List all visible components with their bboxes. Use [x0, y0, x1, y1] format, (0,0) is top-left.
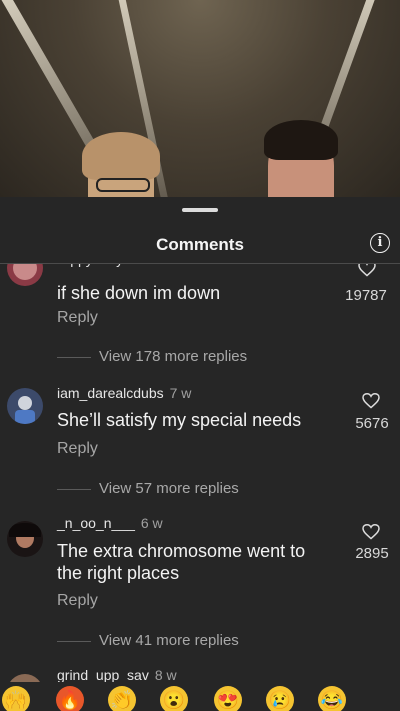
comment-text: if she down im down	[57, 283, 221, 303]
fire-icon[interactable]: 🔥	[56, 686, 84, 711]
video-background	[0, 0, 400, 197]
comment-username[interactable]: iam_darealcdubs 7 w	[57, 385, 191, 401]
divider-line	[57, 640, 91, 642]
like-count: 2895	[355, 545, 389, 562]
heart-icon[interactable]	[358, 264, 376, 277]
view-more-replies[interactable]: View 57 more replies	[57, 480, 239, 497]
video-person-left	[82, 132, 160, 197]
sheet-drag-handle[interactable]	[182, 208, 218, 212]
comment-username[interactable]: grind_upp_sav 8 w	[57, 667, 177, 682]
clapping-hands-icon[interactable]: 👏	[108, 686, 136, 711]
comment-text: She’ll satisfy my special needs	[57, 410, 302, 430]
view-more-replies[interactable]: View 178 more replies	[57, 348, 247, 365]
view-more-replies[interactable]: View 41 more replies	[57, 632, 239, 649]
reply-button[interactable]: Reply	[57, 440, 98, 458]
reply-button[interactable]: Reply	[57, 592, 98, 610]
comment-age: 7 w	[169, 385, 192, 401]
comment-list[interactable]: slippybaby7 w if she down im down 19787 …	[0, 264, 400, 682]
comment-age: 7 w	[129, 264, 151, 267]
avatar[interactable]	[7, 388, 43, 424]
like-count: 19787	[345, 287, 387, 304]
crying-face-icon[interactable]: 😢	[266, 686, 294, 711]
face-with-open-mouth-icon[interactable]: 😮	[160, 686, 188, 711]
heart-icon[interactable]	[362, 524, 380, 540]
heart-eyes-icon[interactable]: 😍	[214, 686, 242, 711]
emoji-reaction-bar: 🙌 🔥 👏 😮 😍 😢 😂	[0, 682, 400, 711]
comments-sheet: Comments i slippybaby7 w if she down im …	[0, 197, 400, 711]
reply-button[interactable]: Reply	[57, 309, 98, 327]
comment-age: 6 w	[140, 515, 163, 531]
tears-of-joy-icon[interactable]: 😂	[318, 686, 346, 711]
divider-line	[57, 356, 91, 358]
sheet-title: Comments	[156, 235, 244, 254]
like-count: 5676	[355, 415, 389, 432]
video-person-right	[264, 120, 338, 197]
raising-hands-icon[interactable]: 🙌	[2, 686, 30, 711]
comment-username[interactable]: slippybaby7 w	[57, 264, 151, 267]
divider-line	[57, 488, 91, 490]
info-icon[interactable]: i	[370, 233, 390, 253]
heart-icon[interactable]	[362, 393, 380, 409]
comment-age: 8 w	[154, 667, 177, 682]
avatar[interactable]	[7, 264, 43, 286]
avatar[interactable]	[7, 674, 43, 682]
comment-text: The extra chromosome went to the right p…	[57, 541, 306, 583]
comment-username[interactable]: _n_oo_n___ 6 w	[57, 515, 163, 531]
avatar[interactable]	[7, 521, 43, 557]
